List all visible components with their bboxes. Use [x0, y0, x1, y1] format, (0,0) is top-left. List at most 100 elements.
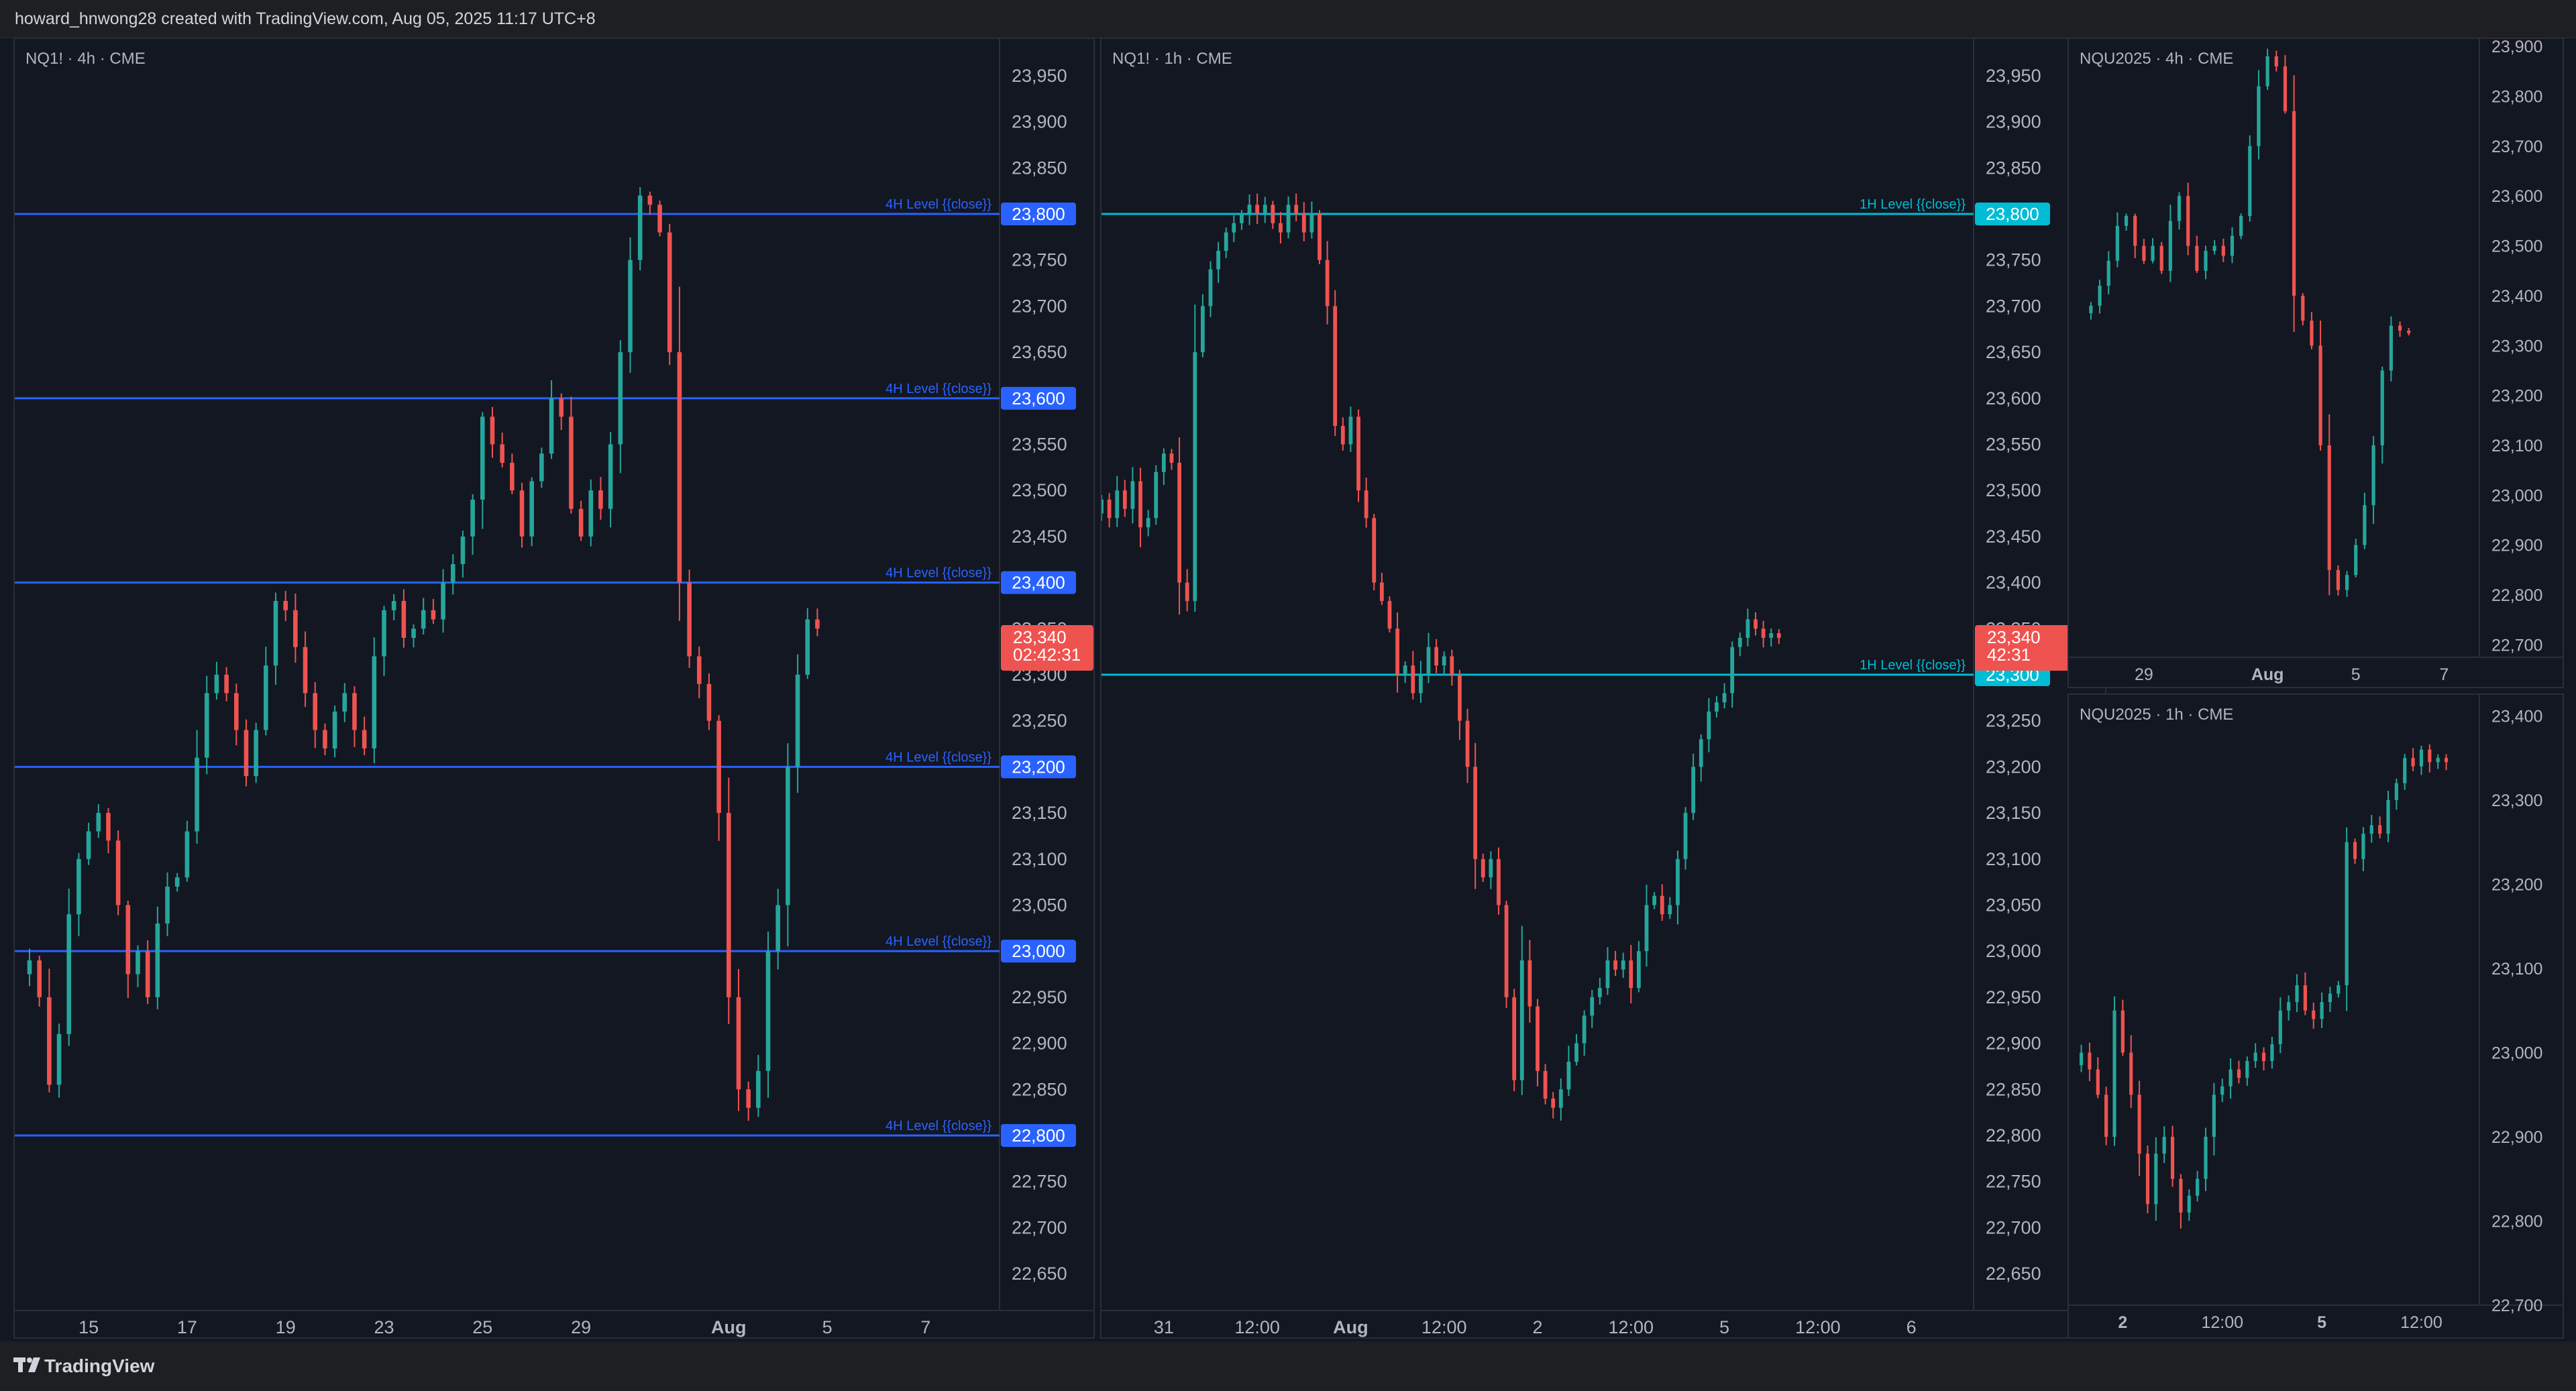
level-label: 4H Level {{close}} — [885, 382, 991, 396]
price-tick-label: 23,900 — [1012, 112, 1067, 132]
candle-body — [2354, 545, 2358, 575]
candle-body — [539, 453, 544, 482]
candle-body — [431, 610, 436, 620]
candle-body — [716, 720, 721, 814]
candle-body — [1566, 1062, 1571, 1090]
candle-body — [332, 711, 337, 748]
candle — [529, 477, 534, 547]
candle — [1356, 409, 1360, 502]
candle — [1761, 620, 1766, 648]
candle-body — [1691, 767, 1696, 814]
candle-body — [598, 490, 603, 509]
chart-plot[interactable]: 23,950 23,900 23,850 23,800 23,750 23,700 23,6… — [15, 39, 1095, 1339]
candle-body — [519, 490, 525, 537]
candle — [2386, 791, 2390, 842]
candle-body — [303, 647, 308, 693]
candle-body — [125, 905, 131, 975]
candle-body — [470, 499, 475, 537]
candle-body — [559, 398, 564, 417]
candle-body — [1309, 214, 1314, 233]
candle — [1536, 999, 1540, 1087]
candle-body — [608, 444, 613, 509]
candle — [775, 889, 780, 970]
chart-plot[interactable]: 23,950 23,900 23,850 23,800 23,750 23,700 23,6… — [1102, 39, 2106, 1339]
candle-body — [2270, 1044, 2274, 1061]
time-tick-label: 12:00 — [1234, 1317, 1280, 1337]
candle — [696, 646, 702, 699]
level-label: 1H Level {{close}} — [1860, 197, 1966, 212]
candle — [647, 191, 653, 215]
candle-body — [1707, 711, 1711, 740]
candle — [2124, 213, 2129, 231]
candle — [1442, 651, 1446, 675]
candle-body — [391, 601, 396, 610]
candle-body — [2278, 1010, 2282, 1044]
time-tick-label: 12:00 — [2400, 1313, 2443, 1332]
candle — [125, 900, 131, 998]
candle-body — [2106, 260, 2110, 286]
price-tick-label: 23,100 — [2491, 960, 2542, 979]
candle-body — [115, 840, 121, 905]
candle — [411, 624, 416, 648]
candle-body — [1715, 702, 1719, 712]
chart-plot[interactable]: 23,900 23,800 23,700 23,600 23,500 23,400 23,3… — [2069, 39, 2564, 688]
candle-body — [2301, 295, 2305, 321]
price-tick-label: 23,550 — [1012, 435, 1067, 455]
chart-plot[interactable]: 23,400 23,300 23,200 23,100 23,000 22,900 22,8… — [2069, 695, 2564, 1339]
candle — [519, 482, 525, 548]
chart-panel-nqu2025-1h[interactable]: NQU2025 · 1h · CME 23,400 23,300 23,200 23,… — [2068, 693, 2564, 1339]
candle — [628, 237, 633, 373]
candle-body — [2283, 66, 2288, 111]
candle-body — [352, 693, 357, 730]
candle-body — [165, 887, 170, 924]
candle — [2270, 1036, 2274, 1069]
candle-body — [1652, 895, 1657, 905]
candle — [1597, 978, 1602, 1005]
candle-body — [2380, 370, 2384, 445]
candle — [421, 598, 426, 635]
price-tick-label: 23,000 — [1986, 941, 2041, 961]
time-tick-label: 15 — [78, 1317, 99, 1337]
candle-body — [1161, 453, 1166, 472]
candle — [2318, 320, 2322, 451]
price-tick-label: 23,200 — [2491, 387, 2542, 406]
candle — [273, 592, 278, 685]
candle — [401, 589, 407, 648]
tradingview-logo-icon[interactable] — [13, 1356, 44, 1374]
candle — [2283, 55, 2288, 114]
candle — [727, 777, 731, 1024]
candle-body — [1558, 1089, 1563, 1108]
candle-body — [1364, 490, 1368, 518]
candle — [1519, 926, 1524, 1095]
candle-body — [1333, 306, 1338, 427]
candle-body — [421, 610, 426, 629]
candle — [2204, 245, 2208, 280]
brand-name[interactable]: TradingView — [44, 1355, 154, 1377]
candle-body — [1761, 628, 1766, 638]
candle-body — [155, 923, 160, 997]
candle — [1208, 261, 1213, 317]
price-tick-label: 23,150 — [1986, 803, 2041, 823]
candle-body — [1325, 260, 1330, 307]
candle-body — [1279, 223, 1283, 233]
chart-panel-nq1-1h[interactable]: NQ1! · 1h · CME 23,95023,90023,85023,800… — [1100, 38, 2106, 1339]
candle-body — [1403, 665, 1407, 675]
candle — [559, 393, 564, 431]
price-tick-label: 22,650 — [1986, 1264, 2041, 1284]
candle-body — [1737, 638, 1742, 647]
chart-panel-nq1-4h[interactable]: NQ1! · 4h · CME 23,95023,90023,85023,800… — [13, 38, 1095, 1339]
candle — [1481, 853, 1485, 883]
price-tick-label: 23,100 — [2491, 437, 2542, 455]
candle — [2187, 1189, 2191, 1221]
candle-body — [56, 1034, 62, 1085]
candle — [2221, 238, 2225, 262]
candle-body — [756, 1070, 761, 1108]
candle-body — [1489, 858, 1493, 878]
chart-panel-nqu2025-4h[interactable]: NQU2025 · 4h · CME 23,900 23,800 23,700 23,… — [2068, 38, 2564, 688]
candle — [115, 830, 121, 915]
candle-body — [795, 675, 800, 767]
candle — [1177, 437, 1181, 615]
price-tick-label: 23,950 — [1986, 66, 2041, 86]
candle — [1737, 632, 1742, 657]
candle — [1769, 628, 1774, 647]
